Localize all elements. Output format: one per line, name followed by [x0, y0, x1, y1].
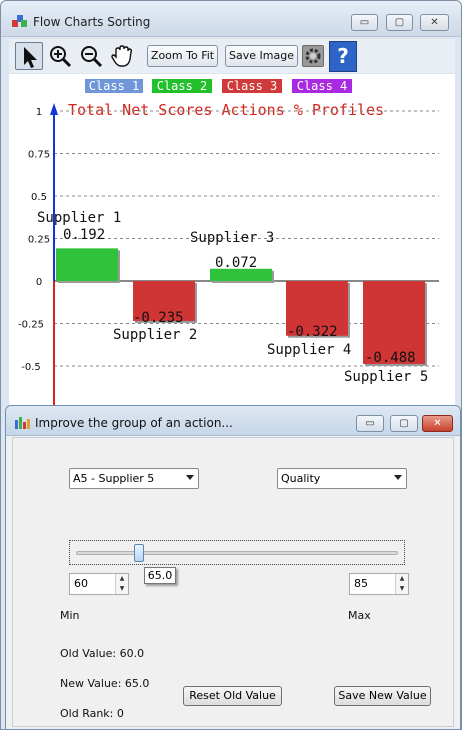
bar [56, 248, 118, 281]
slider-thumb[interactable] [134, 544, 144, 562]
help-icon: ? [337, 44, 349, 68]
y-tick-label: 1 [36, 107, 42, 118]
max-label: Max [348, 609, 371, 622]
bar-chart: Class 1 Class 2 Class 3 Class 4 Total Net Sc… [18, 79, 439, 414]
legend-label: Class 3 [227, 79, 278, 93]
close-icon: ✕ [430, 17, 439, 28]
chart-title: Total Net Scores Actions % Profiles [68, 101, 384, 119]
dialog-body: A5 - Supplier 5 Quality 65.0 60 ▲ ▼ 85 ▲… [12, 437, 454, 727]
old-rank-text: Old Rank: 0 [60, 707, 124, 720]
minimize-button[interactable]: ▭ [351, 14, 378, 31]
old-value-text: Old Value: 60.0 [60, 647, 145, 660]
close-icon: ✕ [433, 418, 442, 429]
title-bar: Flow Charts Sorting ▭ ▢ ✕ [1, 1, 461, 37]
settings-button[interactable] [302, 45, 324, 67]
slider-track [76, 551, 398, 555]
maximize-button[interactable]: ▢ [386, 14, 413, 31]
bar-value-label: 0.192 [63, 227, 105, 243]
dialog-close-button[interactable]: ✕ [422, 415, 453, 432]
dialog-minimize-button[interactable]: ▭ [356, 415, 384, 432]
slider-tooltip: 65.0 [144, 567, 176, 584]
zoom-to-fit-button[interactable]: Zoom To Fit [147, 45, 218, 67]
maximize-icon: ▢ [394, 17, 405, 28]
bar-category-label: Supplier 4 [267, 342, 351, 358]
bar-value-label: -0.488 [365, 350, 416, 366]
bar-value-label: -0.322 [287, 324, 338, 340]
close-button[interactable]: ✕ [420, 14, 449, 31]
toolbar: Zoom To Fit Save Image ? [9, 39, 455, 73]
bar-category-label: Supplier 2 [113, 327, 197, 343]
chevron-down-icon [186, 475, 194, 480]
dialog-maximize-button[interactable]: ▢ [390, 415, 418, 432]
help-button[interactable]: ? [329, 41, 357, 72]
bar-value-label: 0.072 [215, 255, 257, 271]
spin-down-icon[interactable]: ▼ [396, 584, 408, 594]
save-new-value-button[interactable]: Save New Value [334, 686, 431, 706]
zoom-in-tool[interactable] [46, 42, 74, 70]
action-select-value: A5 - Supplier 5 [73, 472, 155, 485]
maximize-icon: ▢ [399, 418, 409, 429]
cursor-icon [24, 47, 37, 68]
bar-category-label: Supplier 1 [37, 210, 121, 226]
spin-up-icon[interactable]: ▲ [116, 574, 128, 584]
y-tick-label: -0.25 [18, 320, 44, 331]
criterion-select[interactable]: Quality [277, 468, 407, 489]
y-tick-label: 0 [36, 277, 42, 288]
max-spinner-buttons: ▲ ▼ [395, 574, 408, 594]
zoom-in-icon [50, 46, 72, 68]
action-select[interactable]: A5 - Supplier 5 [69, 468, 199, 489]
zoom-out-tool[interactable] [77, 42, 105, 70]
max-spinner-value: 85 [354, 577, 368, 590]
min-spinner-value: 60 [74, 577, 88, 590]
chart-area: Class 1 Class 2 Class 3 Class 4 Total Net Sc… [9, 74, 455, 414]
minimize-icon: ▭ [365, 418, 375, 429]
save-image-button[interactable]: Save Image [225, 45, 298, 67]
legend-label: Class 2 [157, 79, 208, 93]
pointer-tool[interactable] [15, 42, 43, 70]
spin-down-icon[interactable]: ▼ [116, 584, 128, 594]
dialog-title: Improve the group of an action... [35, 416, 233, 430]
legend-label: Class 4 [297, 79, 348, 93]
new-value-text: New Value: 65.0 [60, 677, 150, 690]
dialog-app-icon [15, 417, 30, 429]
legend-label: Class 1 [89, 79, 140, 93]
gear-icon [305, 48, 321, 64]
min-spinner[interactable]: 60 ▲ ▼ [69, 573, 129, 595]
improve-group-dialog: Improve the group of an action... ▭ ▢ ✕ … [5, 405, 461, 730]
hand-icon [111, 45, 133, 67]
min-spinner-buttons: ▲ ▼ [115, 574, 128, 594]
value-slider[interactable] [69, 540, 405, 565]
dialog-title-bar: Improve the group of an action... ▭ ▢ ✕ [6, 406, 460, 436]
bar-category-label: Supplier 5 [344, 369, 428, 385]
pan-tool[interactable] [108, 42, 136, 70]
minimize-icon: ▭ [359, 17, 370, 28]
zoom-out-icon [81, 46, 103, 68]
window-title: Flow Charts Sorting [33, 15, 151, 29]
bar-category-label: Supplier 3 [190, 230, 274, 246]
app-icon [12, 15, 27, 27]
y-tick-label: -0.5 [21, 362, 41, 373]
max-spinner[interactable]: 85 ▲ ▼ [349, 573, 409, 595]
y-tick-label: 0.25 [28, 235, 50, 246]
reset-old-value-button[interactable]: Reset Old Value [183, 686, 282, 706]
y-tick-label: 0.5 [31, 192, 47, 203]
y-tick-label: 0.75 [28, 150, 50, 161]
y-axis-arrow [50, 103, 58, 115]
spin-up-icon[interactable]: ▲ [396, 574, 408, 584]
criterion-select-value: Quality [281, 472, 321, 485]
chevron-down-icon [394, 475, 402, 480]
bar-value-label: -0.235 [133, 310, 184, 326]
min-label: Min [60, 609, 80, 622]
